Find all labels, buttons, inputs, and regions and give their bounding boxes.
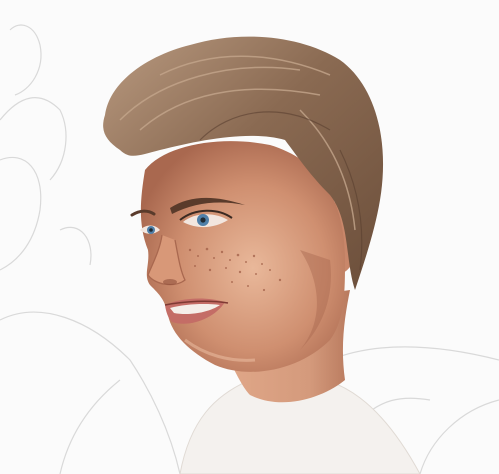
portrait-illustration: [0, 24, 499, 474]
artwork-canvas: [0, 0, 499, 474]
